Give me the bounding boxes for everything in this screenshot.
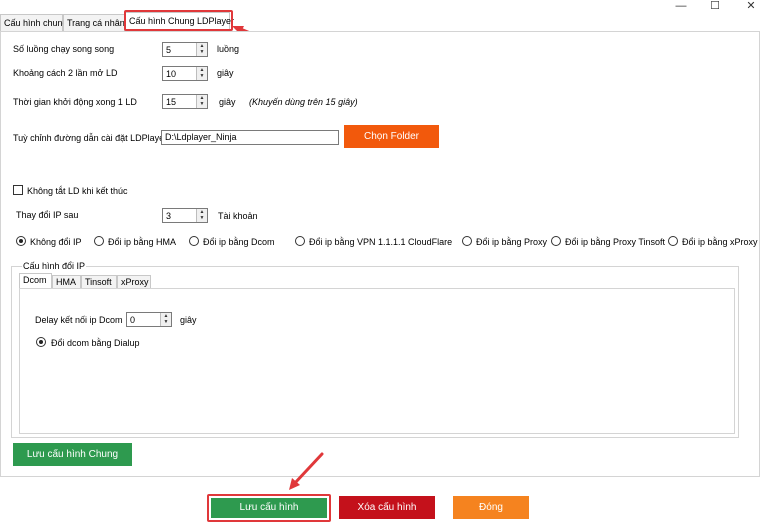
down-icon[interactable]: ▼	[197, 215, 207, 221]
ip-option-label: Đổi ip bằng Proxy	[476, 237, 548, 247]
threads-unit: luồng	[217, 44, 240, 54]
interval-value: 10	[166, 69, 177, 79]
close-button[interactable]: Đóng	[453, 496, 529, 519]
dialup-label: Đổi dcom bằng Dialup	[51, 338, 140, 348]
boot-time-value: 15	[166, 97, 177, 107]
ip-option-label: Đổi ip bằng HMA	[108, 237, 177, 247]
dcom-delay-stepper[interactable]: 0 ▲ ▼	[126, 312, 172, 327]
ldplayer-path-label: Tuỳ chỉnh đường dẫn cài đặt LDPlayer	[13, 133, 168, 143]
maximize-icon[interactable]: ☐	[701, 0, 729, 14]
minimize-icon[interactable]: —	[667, 0, 695, 14]
ip-option-radio[interactable]	[94, 236, 104, 246]
save-general-config-button[interactable]: Lưu cấu hình Chung	[13, 443, 132, 466]
change-ip-stepper[interactable]: 3 ▲ ▼	[162, 208, 208, 223]
interval-stepper[interactable]: 10 ▲ ▼	[162, 66, 208, 81]
annotation-arrow-icon	[289, 452, 324, 490]
dcom-delay-label: Delay kết nối ip Dcom	[35, 315, 123, 325]
delete-config-button[interactable]: Xóa cấu hình	[339, 496, 435, 519]
tab-general-config[interactable]: Cấu hình chung	[0, 14, 68, 32]
down-icon[interactable]: ▼	[197, 101, 207, 107]
ip-option-label: Đổi ip bằng Dcom	[203, 237, 275, 247]
down-icon[interactable]: ▼	[197, 73, 207, 79]
interval-unit: giây	[217, 68, 234, 78]
ip-option-label: Đổi ip bằng VPN 1.1.1.1 CloudFlare	[309, 237, 453, 247]
threads-stepper[interactable]: 5 ▲ ▼	[162, 42, 208, 57]
dialup-radio[interactable]	[36, 337, 46, 347]
tab-xproxy[interactable]: xProxy	[117, 275, 151, 289]
tab-profile[interactable]: Trang cá nhân	[63, 14, 125, 32]
stepper-arrows[interactable]: ▲ ▼	[196, 209, 207, 222]
ip-option-radio[interactable]	[295, 236, 305, 246]
stepper-arrows[interactable]: ▲ ▼	[196, 95, 207, 108]
boot-time-hint: (Khuyến dùng trên 15 giây)	[249, 97, 358, 107]
ip-config-subtabs: Dcom HMA Tinsoft xProxy	[19, 273, 159, 289]
keep-ld-label: Không tắt LD khi kết thúc	[27, 186, 128, 196]
save-config-button[interactable]: Lưu cấu hình	[211, 498, 327, 518]
ip-option-label: Không đổi IP	[30, 237, 82, 247]
tab-hma[interactable]: HMA	[52, 275, 81, 289]
change-ip-label: Thay đổi IP sau	[16, 210, 79, 220]
change-ip-value: 3	[166, 211, 172, 221]
ldplayer-path-input[interactable]: D:\Ldplayer_Ninja	[161, 130, 339, 145]
boot-time-label: Thời gian khởi động xong 1 LD	[13, 97, 137, 107]
keep-ld-checkbox[interactable]	[13, 185, 23, 195]
tab-dcom[interactable]: Dcom	[19, 273, 52, 289]
stepper-arrows[interactable]: ▲ ▼	[160, 313, 171, 326]
stepper-arrows[interactable]: ▲ ▼	[196, 67, 207, 80]
boot-time-unit: giây	[219, 97, 236, 107]
tab-highlight-box	[124, 10, 233, 31]
threads-value: 5	[166, 45, 172, 55]
ip-option-radio[interactable]	[189, 236, 199, 246]
interval-label: Khoảng cách 2 lần mở LD	[13, 68, 118, 78]
dcom-delay-value: 0	[130, 315, 136, 325]
down-icon[interactable]: ▼	[197, 49, 207, 55]
dcom-config-panel	[19, 288, 735, 434]
change-ip-unit: Tài khoản	[218, 211, 258, 221]
threads-label: Số luồng chạy song song	[13, 44, 115, 54]
ip-option-radio[interactable]	[462, 236, 472, 246]
ip-option-radio[interactable]	[551, 236, 561, 246]
ip-option-label: Đổi ip bằng Proxy Tinsoft	[565, 237, 666, 247]
ip-option-label: Đổi ip bằng xProxy	[682, 237, 758, 247]
stepper-arrows[interactable]: ▲ ▼	[196, 43, 207, 56]
ip-option-radio[interactable]	[16, 236, 26, 246]
dcom-delay-unit: giây	[180, 315, 197, 325]
tab-tinsoft[interactable]: Tinsoft	[81, 275, 117, 289]
boot-time-stepper[interactable]: 15 ▲ ▼	[162, 94, 208, 109]
ip-option-radio[interactable]	[668, 236, 678, 246]
down-icon[interactable]: ▼	[161, 319, 171, 325]
close-icon[interactable]: ✕	[737, 0, 765, 14]
choose-folder-button[interactable]: Chọn Folder	[344, 125, 439, 148]
ip-config-group-label: Cấu hình đổi IP	[22, 260, 87, 272]
